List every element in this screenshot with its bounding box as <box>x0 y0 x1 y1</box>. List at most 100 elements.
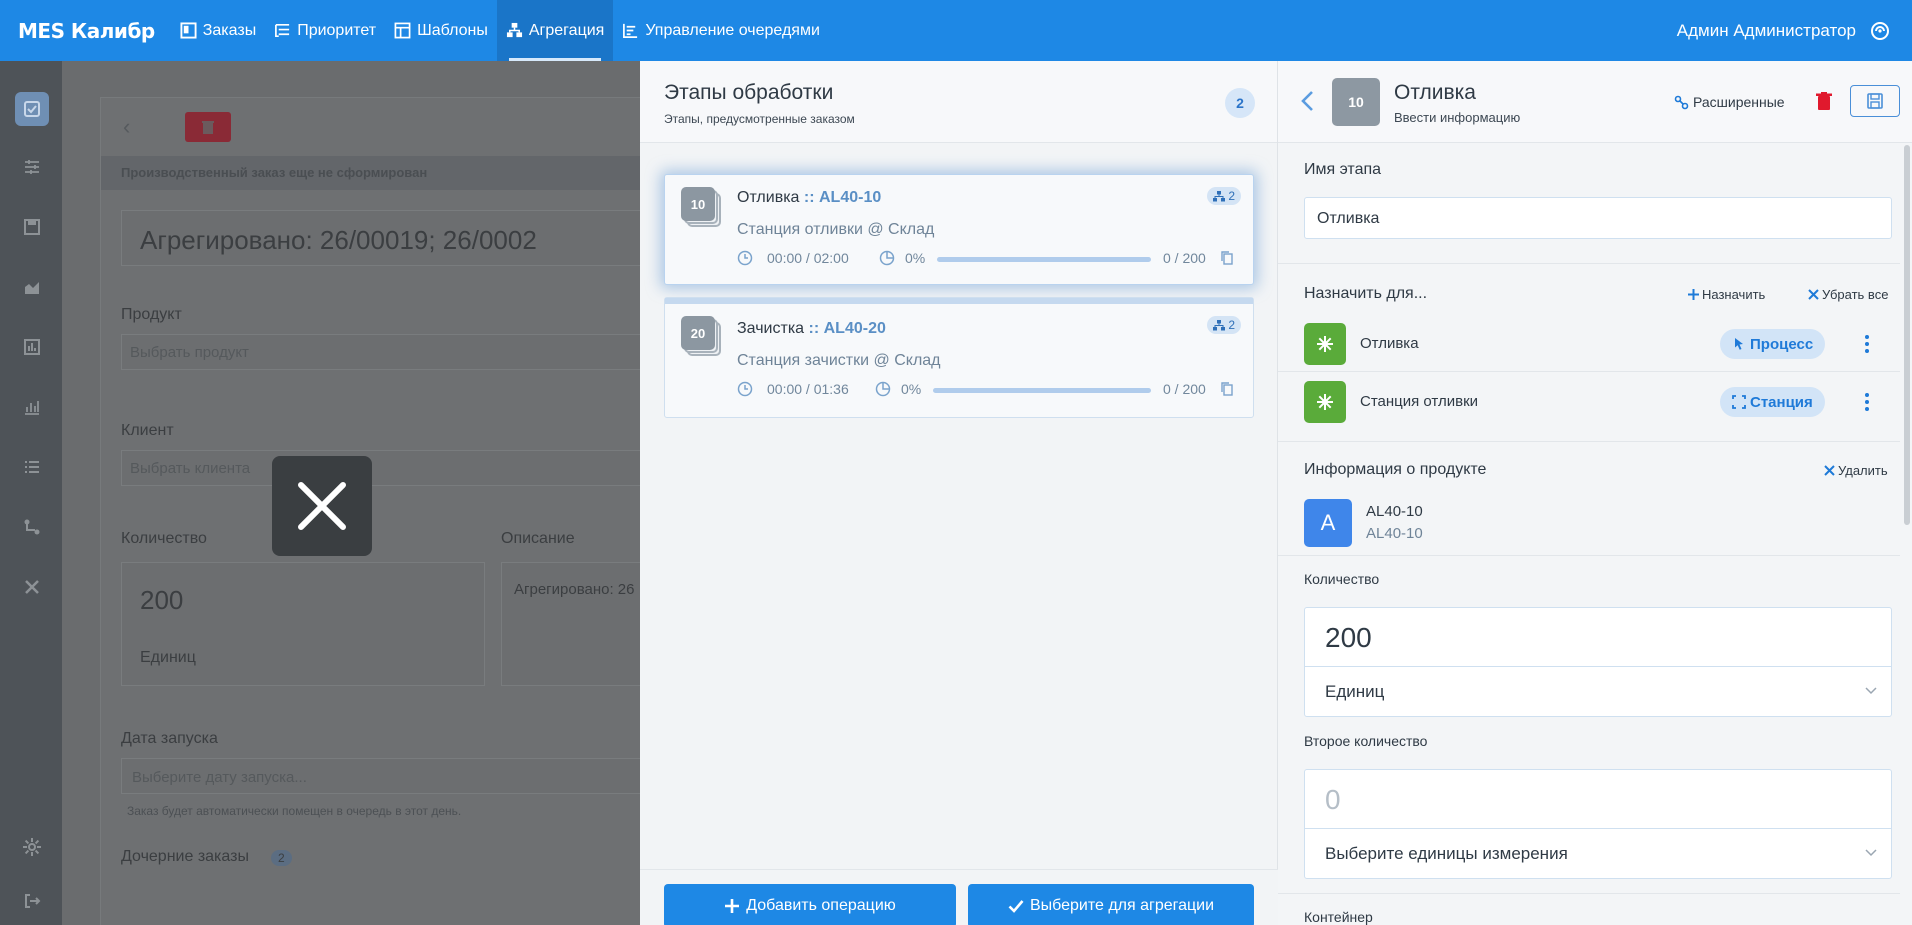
operation-station: Станция зачистки @ Склад <box>737 352 941 369</box>
quantity-unit-select[interactable]: Единиц <box>1305 667 1891 717</box>
operation-time: 00:00 / 01:36 <box>767 381 849 397</box>
product-select[interactable]: Выбрать продукт <box>121 334 661 370</box>
client-select[interactable]: Выбрать клиента <box>121 450 661 486</box>
assignment-label: Станция отливки <box>1360 393 1479 410</box>
copy-icon[interactable] <box>1219 381 1235 397</box>
close-icon <box>1824 465 1835 476</box>
advanced-icon <box>1674 95 1689 109</box>
save-button[interactable] <box>1850 85 1900 117</box>
more-options-icon[interactable] <box>1864 393 1870 411</box>
sidebar-area-chart-icon[interactable] <box>15 270 49 304</box>
assign-remove-all-button[interactable]: Убрать все <box>1808 287 1888 302</box>
product-delete-button[interactable]: Удалить <box>1824 463 1888 478</box>
operation-card-20[interactable]: 20 Зачистка :: AL40-20 Станция зачистки … <box>664 297 1254 418</box>
client-label: Клиент <box>121 422 174 439</box>
operation-percent: 0% <box>905 250 926 266</box>
child-orders-count: 2 <box>271 850 292 866</box>
nav-item-queues[interactable]: Управление очередями <box>613 0 829 61</box>
sidebar-save-icon[interactable] <box>15 210 49 244</box>
add-operation-button[interactable]: Добавить операцию <box>664 884 956 925</box>
quantity-unit-value: Единиц <box>1325 682 1385 701</box>
sidebar-settings-icon[interactable] <box>15 830 49 864</box>
assign-add-button[interactable]: Назначить <box>1688 287 1765 302</box>
copy-icon[interactable] <box>1219 250 1235 266</box>
operation-separator: :: <box>799 189 819 206</box>
sidebar-route-icon[interactable] <box>15 510 49 544</box>
sidebar-list-icon[interactable] <box>15 450 49 484</box>
operation-links-count: 2 <box>1228 318 1235 332</box>
second-quantity-unit-select[interactable]: Выберите единицы измерения <box>1305 829 1891 879</box>
operation-code: AL40-20 <box>823 320 886 337</box>
sidebar-bar-chart-icon[interactable] <box>15 330 49 364</box>
nav-label: Шаблоны <box>417 21 488 39</box>
user-menu[interactable]: Админ Администратор <box>1677 0 1912 61</box>
assignment-type-pill[interactable]: Станция <box>1720 387 1825 417</box>
operation-meta: 00:00 / 02:00 0% 0 / 200 <box>737 249 1237 269</box>
operation-card-10[interactable]: 10 Отливка :: AL40-10 Станция отливки @ … <box>664 174 1254 285</box>
nav-label: Управление очередями <box>645 21 820 39</box>
assign-add-label: Назначить <box>1702 287 1766 302</box>
quantity-box[interactable]: 200 Единиц <box>121 562 485 686</box>
pointer-icon <box>1735 338 1743 350</box>
assignment-label: Отливка <box>1360 335 1419 352</box>
launch-date-input[interactable]: Выберите дату запуска... <box>121 758 661 794</box>
sidebar-logout-icon[interactable] <box>15 884 49 918</box>
product-label: Продукт <box>121 306 182 323</box>
chevron-down-icon <box>1865 849 1877 857</box>
sidebar-sliders-icon[interactable] <box>15 150 49 184</box>
nav-item-templates[interactable]: Шаблоны <box>385 0 497 61</box>
nav-item-aggregation[interactable]: Агрегация <box>496 0 614 61</box>
chevron-left-icon[interactable] <box>1298 89 1318 113</box>
quantity-input[interactable]: 200 <box>1305 608 1891 666</box>
stage-detail-header: 10 Отливка Ввести информацию Расширенные <box>1278 61 1912 143</box>
sidebar-tools-icon[interactable] <box>15 570 49 604</box>
priority-icon <box>275 23 290 38</box>
nav-label: Заказы <box>202 21 257 39</box>
stage-title: Отливка <box>1394 81 1476 104</box>
assignment-row: Отливка Процесс <box>1278 313 1900 371</box>
advanced-button[interactable]: Расширенные <box>1674 94 1785 110</box>
add-operation-label: Добавить операцию <box>746 897 896 914</box>
brand-logo[interactable]: MES Калибр <box>0 0 171 61</box>
hierarchy-icon <box>1213 319 1226 330</box>
nav-item-orders[interactable]: Заказы <box>171 0 265 61</box>
scrollbar[interactable] <box>1904 145 1910 525</box>
nav-item-priority[interactable]: Приоритет <box>265 0 385 61</box>
stage-detail-panel: 10 Отливка Ввести информацию Расширенные… <box>1278 61 1912 925</box>
assignment-type-label: Станция <box>1750 393 1813 411</box>
sidebar-stats-icon[interactable] <box>15 390 49 424</box>
quantity-label: Количество <box>1304 571 1380 587</box>
assignment-type-pill[interactable]: Процесс <box>1720 329 1826 359</box>
back-icon[interactable]: ‹ <box>123 114 153 144</box>
sidebar-orders-icon[interactable] <box>15 92 49 126</box>
pie-icon <box>875 381 891 397</box>
operation-links-badge: 2 <box>1207 316 1241 334</box>
stage-name-input[interactable]: Отливка <box>1304 197 1892 239</box>
operation-code: AL40-10 <box>819 189 882 206</box>
divider <box>1278 263 1900 264</box>
close-icon <box>1808 289 1819 300</box>
quantity-label: Количество <box>121 530 207 547</box>
more-options-icon[interactable] <box>1864 335 1870 353</box>
operation-title: Отливка :: AL40-10 <box>737 189 881 207</box>
assignment-type-label: Процесс <box>1750 335 1814 353</box>
select-for-aggregation-button[interactable]: Выберите для агрегации <box>968 884 1254 925</box>
close-overlay-button[interactable] <box>272 456 372 556</box>
order-status-banner: Производственный заказ еще не сформирова… <box>101 156 661 190</box>
second-quantity-input[interactable]: 0 <box>1305 770 1891 828</box>
delete-order-button[interactable] <box>185 112 231 142</box>
order-title-value: Агрегировано: 26/00019; 26/0002 <box>140 225 537 255</box>
stages-header: Этапы обработки Этапы, предусмотренные з… <box>640 61 1277 143</box>
advanced-label: Расширенные <box>1693 94 1785 110</box>
operation-progress-bar <box>933 388 1151 393</box>
trash-icon[interactable] <box>1816 92 1832 110</box>
description-box[interactable]: Агрегировано: 26 <box>501 562 661 686</box>
quantity-unit: Единиц <box>140 649 196 666</box>
operation-count: 0 / 200 <box>1163 381 1206 397</box>
order-title-input[interactable]: Агрегировано: 26/00019; 26/0002 <box>121 210 661 266</box>
clock-icon <box>737 250 753 266</box>
select-for-aggregation-label: Выберите для агрегации <box>1029 897 1215 914</box>
nav-label: Приоритет <box>297 21 377 39</box>
operation-links-count: 2 <box>1228 189 1235 203</box>
launch-date-placeholder: Выберите дату запуска... <box>132 769 307 786</box>
